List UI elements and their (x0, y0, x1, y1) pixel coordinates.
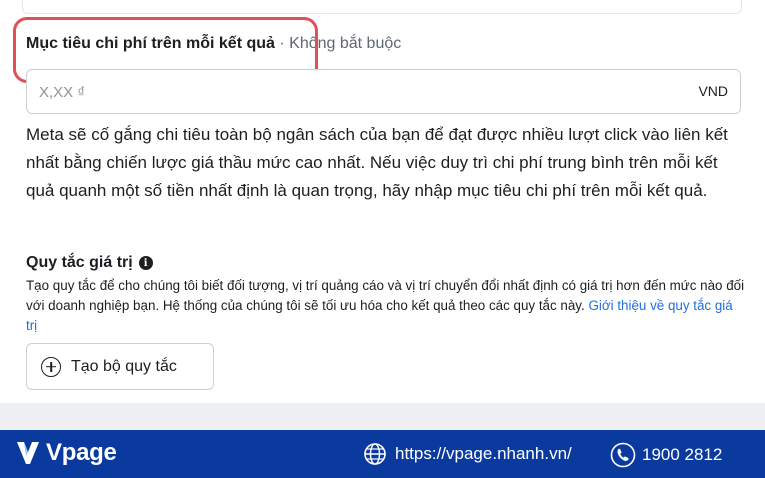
footer-banner: Vpage https://vpage.nhanh.vn/ 1900 2812 (0, 430, 765, 478)
brand: Vpage (14, 438, 117, 468)
info-icon[interactable]: i (138, 256, 153, 270)
vpage-logo-icon (17, 442, 39, 464)
globe-icon (364, 443, 386, 465)
value-rules-description: Tạo quy tắc để cho chúng tôi biết đối tư… (26, 276, 746, 336)
website-url[interactable]: https://vpage.nhanh.vn/ (395, 444, 572, 464)
create-rule-set-button[interactable]: Tạo bộ quy tắc (26, 343, 214, 390)
plus-circle-icon (41, 356, 61, 377)
value-rules-title: Quy tắc giá trị (26, 254, 133, 271)
phone: 1900 2812 (610, 442, 722, 468)
cost-goal-field[interactable]: VND (26, 69, 741, 114)
brand-name: Vpage (46, 439, 117, 466)
currency-label: VND (698, 83, 728, 99)
website: https://vpage.nhanh.vn/ (363, 442, 572, 466)
create-rule-set-label: Tạo bộ quy tắc (71, 357, 177, 375)
value-rules-header: Quy tắc giá trị i (26, 254, 153, 272)
phone-number[interactable]: 1900 2812 (642, 445, 722, 465)
cost-goal-input[interactable] (39, 80, 599, 104)
cost-goal-description: Meta sẽ cố gắng chi tiêu toàn bộ ngân sá… (26, 125, 728, 200)
settings-card: Mục tiêu chi phí trên mỗi kết quả · Khôn… (0, 0, 765, 403)
phone-icon (610, 442, 636, 468)
previous-section-edge (22, 0, 742, 14)
